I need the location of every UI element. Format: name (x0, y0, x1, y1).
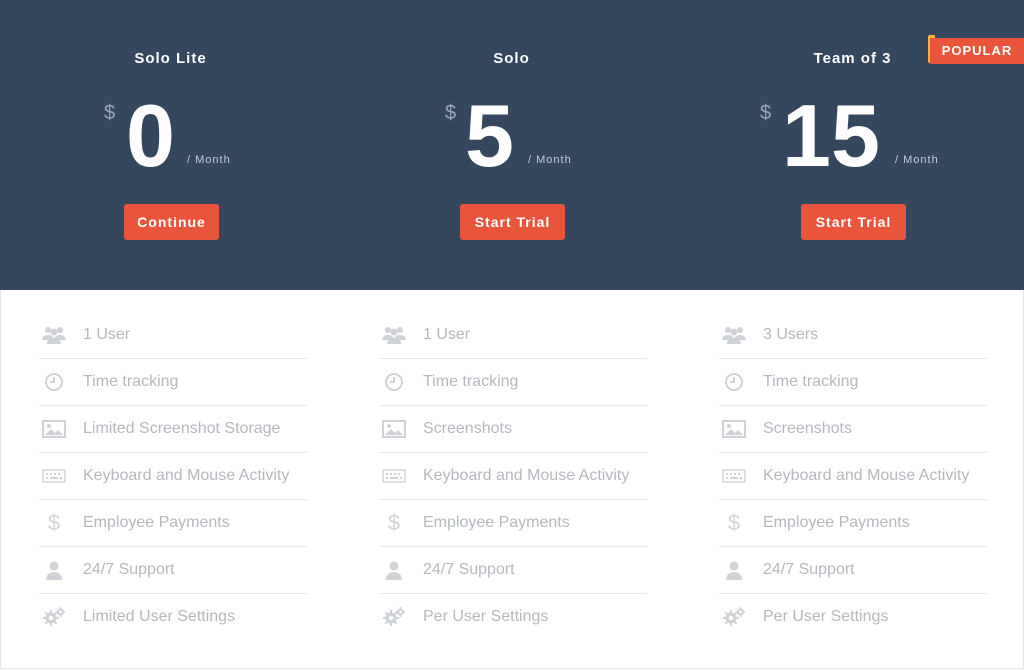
feature-item: Limited User Settings (39, 594, 307, 640)
plan-name: Solo (493, 50, 530, 67)
gears-icon (721, 606, 747, 628)
clock-icon (41, 371, 67, 393)
feature-label: Employee Payments (83, 514, 230, 531)
feature-item: Time tracking (719, 359, 987, 406)
price-amount: 5 (465, 86, 514, 185)
feature-label: Employee Payments (423, 514, 570, 531)
user-icon (381, 559, 407, 581)
dollar-icon: $ (41, 512, 67, 534)
image-icon (381, 418, 407, 440)
keyboard-icon (41, 465, 67, 487)
image-icon (41, 418, 67, 440)
feature-item: Time tracking (39, 359, 307, 406)
start-trial-button[interactable]: Start Trial (460, 204, 565, 240)
feature-label: Employee Payments (763, 514, 910, 531)
feature-label: Keyboard and Mouse Activity (423, 467, 630, 484)
feature-item: 1 User (39, 312, 307, 359)
feature-item: 24/7 Support (379, 547, 647, 594)
feature-item: Keyboard and Mouse Activity (379, 453, 647, 500)
feature-item: Time tracking (379, 359, 647, 406)
feature-item: 1 User (379, 312, 647, 359)
continue-button[interactable]: Continue (124, 204, 219, 240)
plan-name: Solo Lite (134, 50, 207, 67)
feature-item: Per User Settings (719, 594, 987, 640)
clock-icon (381, 371, 407, 393)
popular-ribbon: POPULAR (930, 38, 1024, 64)
feature-label: 1 User (83, 326, 131, 343)
keyboard-icon (381, 465, 407, 487)
feature-item: Screenshots (719, 406, 987, 453)
svg-text:$: $ (388, 512, 400, 534)
currency-symbol: $ (104, 102, 116, 124)
plan-price: $ 15 / Month (682, 92, 1023, 180)
price-period: / Month (187, 154, 231, 166)
feature-label: Time tracking (763, 373, 859, 390)
feature-label: 3 Users (763, 326, 819, 343)
user-icon (721, 559, 747, 581)
currency-symbol: $ (760, 102, 772, 124)
currency-symbol: $ (445, 102, 457, 124)
users-icon (381, 324, 407, 346)
clock-icon (721, 371, 747, 393)
start-trial-button[interactable]: Start Trial (801, 204, 906, 240)
svg-text:$: $ (728, 512, 740, 534)
feature-label: 24/7 Support (763, 561, 855, 578)
user-icon (41, 559, 67, 581)
gears-icon (41, 606, 67, 628)
feature-item: Keyboard and Mouse Activity (39, 453, 307, 500)
feature-item: Keyboard and Mouse Activity (719, 453, 987, 500)
gears-icon (381, 606, 407, 628)
feature-label: Per User Settings (423, 608, 549, 625)
price-amount: 15 (782, 86, 880, 185)
feature-label: Screenshots (423, 420, 512, 437)
feature-item: Per User Settings (379, 594, 647, 640)
feature-label: 24/7 Support (83, 561, 175, 578)
plan-price: $ 0 / Month (0, 92, 341, 180)
image-icon (721, 418, 747, 440)
feature-label: Screenshots (763, 420, 852, 437)
feature-list-team-of-3: 3 Users Time tracking Screenshots Keyboard … (719, 312, 987, 640)
keyboard-icon (721, 465, 747, 487)
feature-label: 1 User (423, 326, 471, 343)
feature-label: Per User Settings (763, 608, 889, 625)
feature-list-solo: 1 User Time tracking Screenshots Keyboard a… (379, 312, 647, 640)
feature-item: $ Employee Payments (39, 500, 307, 547)
feature-item: 24/7 Support (719, 547, 987, 594)
dollar-icon: $ (721, 512, 747, 534)
pricing-header: Solo Lite $ 0 / Month Continue Solo $ 5 … (0, 0, 1024, 290)
plan-solo: Solo $ 5 / Month Start Trial (341, 0, 682, 290)
feature-label: 24/7 Support (423, 561, 515, 578)
feature-item: $ Employee Payments (379, 500, 647, 547)
feature-item: Limited Screenshot Storage (39, 406, 307, 453)
users-icon (41, 324, 67, 346)
feature-label: Keyboard and Mouse Activity (763, 467, 970, 484)
feature-label: Time tracking (83, 373, 179, 390)
users-icon (721, 324, 747, 346)
feature-label: Limited Screenshot Storage (83, 420, 281, 437)
feature-label: Keyboard and Mouse Activity (83, 467, 290, 484)
price-period: / Month (895, 154, 939, 166)
plan-solo-lite: Solo Lite $ 0 / Month Continue (0, 0, 341, 290)
plan-price: $ 5 / Month (341, 92, 682, 180)
feature-item: 24/7 Support (39, 547, 307, 594)
features-panel: 1 User Time tracking Limited Screenshot St… (0, 290, 1024, 669)
feature-label: Limited User Settings (83, 608, 236, 625)
price-amount: 0 (126, 86, 175, 185)
dollar-icon: $ (381, 512, 407, 534)
svg-text:$: $ (48, 512, 60, 534)
price-period: / Month (528, 154, 572, 166)
feature-item: $ Employee Payments (719, 500, 987, 547)
feature-item: 3 Users (719, 312, 987, 359)
feature-label: Time tracking (423, 373, 519, 390)
feature-list-solo-lite: 1 User Time tracking Limited Screenshot St… (39, 312, 307, 640)
feature-item: Screenshots (379, 406, 647, 453)
